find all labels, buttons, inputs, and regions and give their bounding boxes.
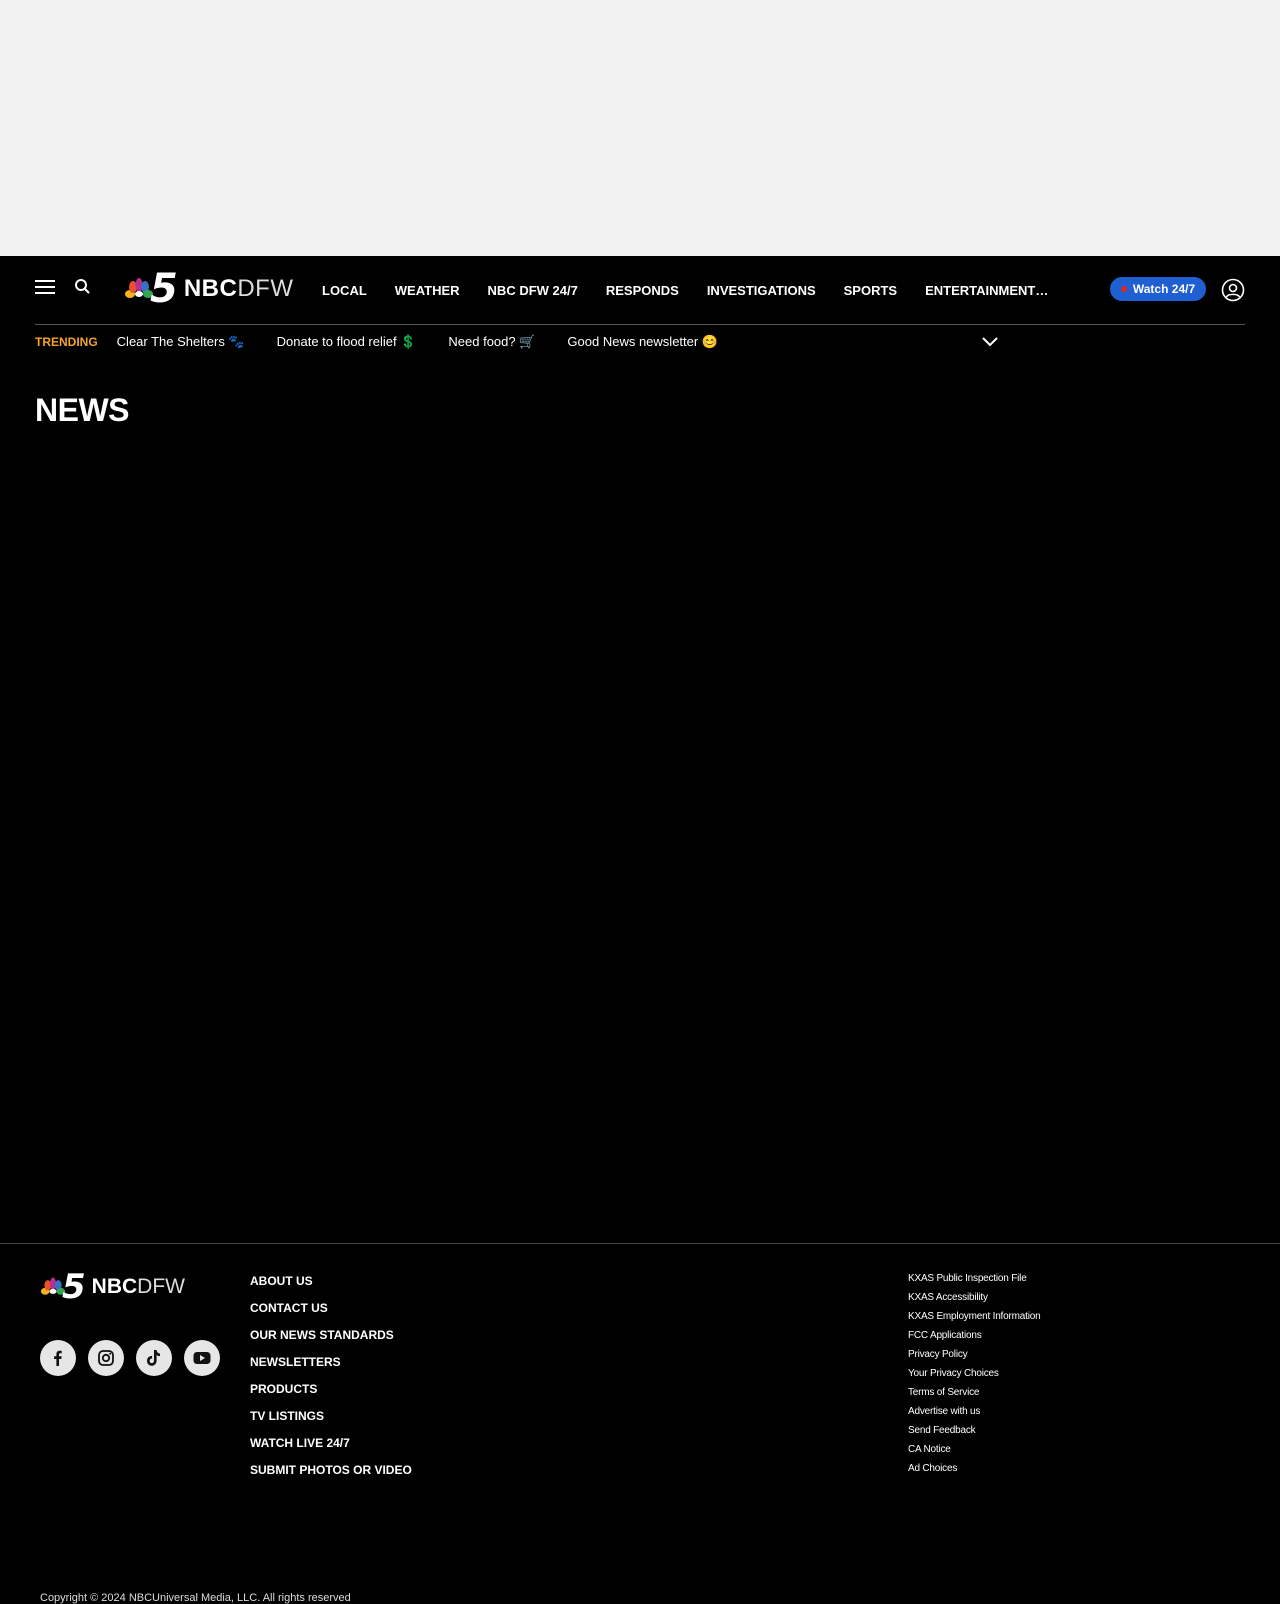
legal-link[interactable]: KXAS Accessibility <box>908 1291 1040 1310</box>
legal-link[interactable]: CA Notice <box>908 1443 1040 1462</box>
legal-link[interactable]: KXAS Employment Information <box>908 1310 1041 1329</box>
copyright-text: Copyright © 2024 NBCUniversal Media, LLC… <box>40 1592 351 1604</box>
legal-link[interactable]: FCC Applications <box>908 1329 1040 1348</box>
legal-link[interactable]: Ad Choices <box>908 1462 1040 1481</box>
trending-item[interactable]: Good News newsletter 😊 <box>567 334 718 350</box>
trending-item[interactable]: Donate to flood relief 💲 <box>277 334 417 350</box>
main-nav: LOCAL WEATHER NBC DFW 24/7 RESPONDS INVE… <box>322 256 1076 324</box>
legal-link[interactable]: Your Privacy Choices <box>908 1367 1040 1386</box>
logo-nbc: NBC <box>183 275 238 302</box>
account-icon[interactable] <box>1221 278 1245 302</box>
youtube-icon[interactable] <box>184 1340 220 1376</box>
footer-logo[interactable]: 5 NBC DFW <box>40 1270 185 1304</box>
page-title: NEWS <box>35 392 130 428</box>
watch-live-button[interactable]: Watch 24/7 <box>1110 277 1206 301</box>
footer-link-products[interactable]: PRODUCTS <box>250 1381 412 1408</box>
legal-link[interactable]: Privacy Policy <box>908 1348 1040 1367</box>
footer-link-submit-photos[interactable]: SUBMIT PHOTOS OR VIDEO <box>250 1462 412 1489</box>
nav-entertainment[interactable]: ENTERTAINMENT… <box>925 283 1048 298</box>
logo-dfw: DFW <box>237 275 294 302</box>
ad-slot <box>0 0 1280 256</box>
nav-local[interactable]: LOCAL <box>322 283 367 298</box>
footer-logo-nbc: NBC <box>91 1275 138 1298</box>
footer-link-contact-us[interactable]: CONTACT US <box>250 1300 412 1327</box>
nav-responds[interactable]: RESPONDS <box>606 283 679 298</box>
footer-link-watch-live[interactable]: WATCH LIVE 24/7 <box>250 1435 412 1462</box>
menu-icon[interactable] <box>35 280 55 296</box>
logo-number: 5 <box>150 266 178 312</box>
instagram-icon[interactable] <box>88 1340 124 1376</box>
trending-label: TRENDING <box>35 335 98 349</box>
legal-link[interactable]: KXAS Public Inspection File <box>908 1272 1040 1291</box>
footer-links: ABOUT US CONTACT US OUR NEWS STANDARDS N… <box>250 1273 412 1489</box>
footer-link-about-us[interactable]: ABOUT US <box>250 1273 412 1300</box>
footer-link-news-standards[interactable]: OUR NEWS STANDARDS <box>250 1327 412 1354</box>
site-logo[interactable]: 5 NBC DFW <box>124 266 294 312</box>
nav-weather[interactable]: WEATHER <box>395 283 460 298</box>
nav-nbc-dfw-24-7[interactable]: NBC DFW 24/7 <box>488 283 578 298</box>
chevron-down-icon[interactable] <box>981 335 999 349</box>
trending-item[interactable]: Need food? 🛒 <box>448 334 535 350</box>
site-header: 5 NBC DFW LOCAL WEATHER NBC DFW 24/7 RES… <box>0 256 1280 324</box>
footer-link-tv-listings[interactable]: TV LISTINGS <box>250 1408 412 1435</box>
tiktok-icon[interactable] <box>136 1340 172 1376</box>
legal-link[interactable]: Send Feedback <box>908 1424 1040 1443</box>
facebook-icon[interactable] <box>40 1340 76 1376</box>
trending-bar: TRENDING Clear The Shelters 🐾 Donate to … <box>35 325 1245 359</box>
search-icon[interactable] <box>72 276 94 298</box>
footer-link-newsletters[interactable]: NEWSLETTERS <box>250 1354 412 1381</box>
social-links <box>40 1340 232 1376</box>
legal-link[interactable]: Advertise with us <box>908 1405 1040 1424</box>
legal-links: KXAS Public Inspection File KXAS Accessi… <box>908 1272 1041 1481</box>
footer-logo-number: 5 <box>62 1267 86 1307</box>
footer-logo-dfw: DFW <box>137 1275 185 1298</box>
trending-item[interactable]: Clear The Shelters 🐾 <box>117 334 245 350</box>
nav-sports[interactable]: SPORTS <box>844 283 897 298</box>
legal-link[interactable]: Terms of Service <box>908 1386 1040 1405</box>
nav-investigations[interactable]: INVESTIGATIONS <box>707 283 816 298</box>
footer-divider <box>0 1243 1280 1244</box>
watch-live-label: Watch 24/7 <box>1132 282 1196 296</box>
live-dot-icon <box>1120 286 1127 292</box>
